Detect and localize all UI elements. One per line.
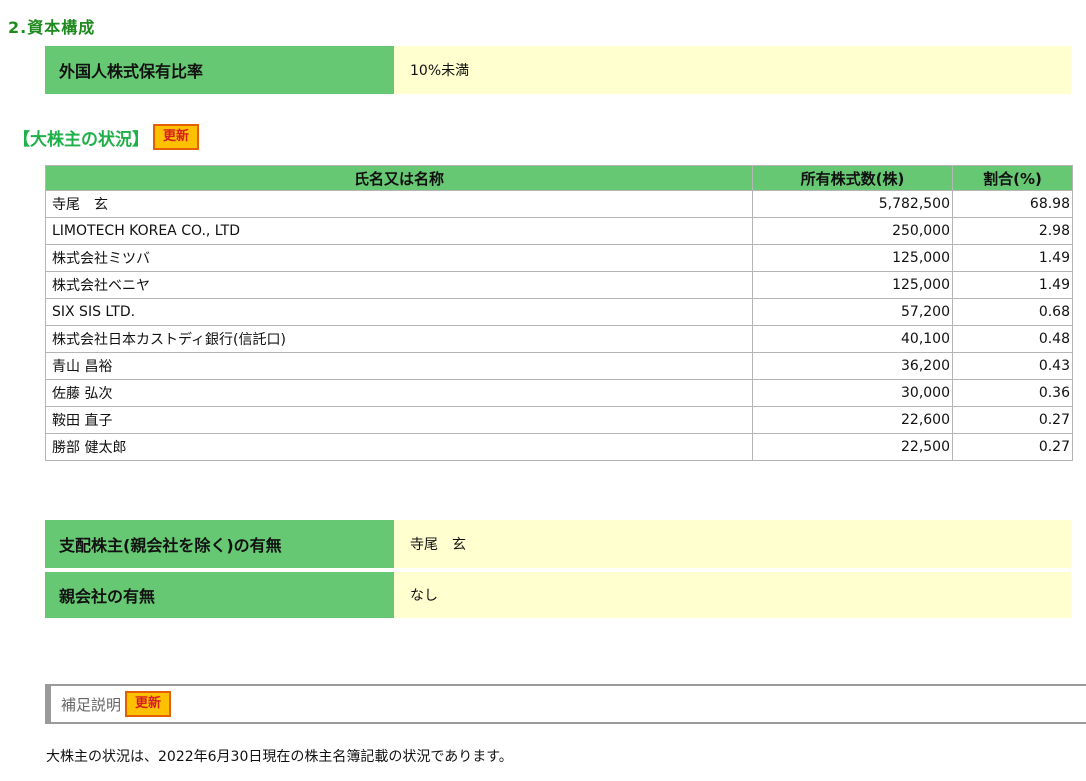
supplementary-text: 大株主の状況は、2022年6月30日現在の株主名簿記載の状況であります。 [46, 749, 513, 765]
holder-ratio: 0.36 [952, 379, 1073, 407]
table-row: SIX SIS LTD. 57,200 0.68 [45, 298, 1073, 326]
holder-ratio: 0.27 [952, 433, 1073, 461]
holder-ratio: 1.49 [952, 244, 1073, 272]
table-row: LIMOTECH KOREA CO., LTD 250,000 2.98 [45, 217, 1073, 245]
supplementary-update-button[interactable]: 更新 [125, 691, 172, 717]
foreign-ownership-value: 10%未満 [394, 46, 1071, 98]
foreign-ownership-label: 外国人株式保有比率 [45, 46, 394, 98]
holder-name: 株式会社ベニヤ [45, 271, 753, 299]
major-shareholders-heading: 【大株主の状況】 更新 [13, 124, 200, 150]
table-row: 青山 昌裕 36,200 0.43 [45, 352, 1073, 380]
column-header-name: 氏名又は名称 [45, 165, 753, 191]
parent-company-label: 親会社の有無 [45, 570, 394, 622]
holder-shares: 125,000 [752, 244, 953, 272]
holder-name: LIMOTECH KOREA CO., LTD [45, 217, 753, 245]
controlling-shareholder-row: 支配株主(親会社を除く)の有無 寺尾 玄 [45, 520, 1071, 572]
holder-ratio: 0.68 [952, 298, 1073, 326]
column-header-shares: 所有株式数(株) [752, 165, 953, 191]
major-shareholders-update-button[interactable]: 更新 [153, 124, 200, 150]
holder-shares: 125,000 [752, 271, 953, 299]
foreign-ownership-row: 外国人株式保有比率 10%未満 [45, 46, 1071, 98]
holder-name: 鞍田 直子 [45, 406, 753, 434]
parent-company-row: 親会社の有無 なし [45, 570, 1071, 622]
table-row: 寺尾 玄 5,782,500 68.98 [45, 190, 1073, 218]
table-row: 株式会社ベニヤ 125,000 1.49 [45, 271, 1073, 299]
holder-shares: 30,000 [752, 379, 953, 407]
section-title: 2.資本構成 [8, 18, 96, 37]
controlling-info-table: 支配株主(親会社を除く)の有無 寺尾 玄 親会社の有無 なし [45, 520, 1071, 622]
major-shareholders-title: 【大株主の状況】 [13, 129, 149, 150]
table-row: 株式会社日本カストディ銀行(信託口) 40,100 0.48 [45, 325, 1073, 353]
holder-name: SIX SIS LTD. [45, 298, 753, 326]
supplementary-header: 補足説明 更新 [45, 684, 1086, 724]
table-row: 佐藤 弘次 30,000 0.36 [45, 379, 1073, 407]
holder-ratio: 1.49 [952, 271, 1073, 299]
major-shareholders-table: 氏名又は名称 所有株式数(株) 割合(%) 寺尾 玄 5,782,500 68.… [45, 165, 1073, 461]
holder-shares: 5,782,500 [752, 190, 953, 218]
holder-name: 株式会社日本カストディ銀行(信託口) [45, 325, 753, 353]
holder-shares: 40,100 [752, 325, 953, 353]
holder-ratio: 68.98 [952, 190, 1073, 218]
holder-name: 勝部 健太郎 [45, 433, 753, 461]
holder-shares: 250,000 [752, 217, 953, 245]
supplementary-title: 補足説明 [61, 695, 122, 714]
holder-name: 佐藤 弘次 [45, 379, 753, 407]
holder-ratio: 0.27 [952, 406, 1073, 434]
controlling-shareholder-value: 寺尾 玄 [394, 520, 1071, 572]
column-header-ratio: 割合(%) [952, 165, 1073, 191]
table-row: 鞍田 直子 22,600 0.27 [45, 406, 1073, 434]
holder-ratio: 0.48 [952, 325, 1073, 353]
table-header-row: 氏名又は名称 所有株式数(株) 割合(%) [45, 165, 1073, 191]
holder-shares: 22,500 [752, 433, 953, 461]
holder-name: 株式会社ミツバ [45, 244, 753, 272]
foreign-ownership-table: 外国人株式保有比率 10%未満 [45, 46, 1071, 98]
parent-company-value: なし [394, 570, 1071, 622]
holder-ratio: 2.98 [952, 217, 1073, 245]
controlling-shareholder-label: 支配株主(親会社を除く)の有無 [45, 520, 394, 572]
holder-ratio: 0.43 [952, 352, 1073, 380]
holder-name: 青山 昌裕 [45, 352, 753, 380]
holder-name: 寺尾 玄 [45, 190, 753, 218]
table-row: 株式会社ミツバ 125,000 1.49 [45, 244, 1073, 272]
holder-shares: 36,200 [752, 352, 953, 380]
holder-shares: 57,200 [752, 298, 953, 326]
holder-shares: 22,600 [752, 406, 953, 434]
table-row: 勝部 健太郎 22,500 0.27 [45, 433, 1073, 461]
